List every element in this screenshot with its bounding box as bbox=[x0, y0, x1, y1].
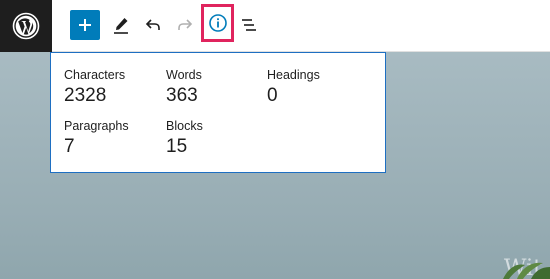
stat-label: Blocks bbox=[166, 119, 203, 133]
editor-page: Wit Characters 2328 Words 363 Headings 0… bbox=[0, 0, 550, 279]
tools-button[interactable] bbox=[108, 12, 134, 38]
stat-label: Words bbox=[166, 68, 202, 82]
list-view-icon bbox=[242, 19, 256, 31]
stat-value: 15 bbox=[166, 136, 188, 157]
redo-icon bbox=[178, 19, 193, 30]
plant-decoration-icon bbox=[503, 262, 550, 279]
wordpress-icon bbox=[12, 12, 40, 40]
paragraphs-stat: Paragraphs 7 bbox=[64, 118, 129, 159]
stat-value: 2328 bbox=[64, 85, 107, 106]
list-view-button[interactable] bbox=[236, 12, 262, 38]
editor-top-toolbar bbox=[0, 0, 550, 52]
document-details-popover: Characters 2328 Words 363 Headings 0 Par… bbox=[50, 52, 386, 173]
wordpress-logo-button[interactable] bbox=[0, 0, 52, 52]
stat-value: 0 bbox=[267, 85, 278, 106]
words-stat: Words 363 bbox=[166, 67, 202, 108]
stat-label: Characters bbox=[64, 68, 126, 82]
stat-value: 363 bbox=[166, 85, 198, 106]
details-info-button[interactable] bbox=[201, 4, 234, 42]
blocks-stat: Blocks 15 bbox=[166, 118, 203, 159]
stat-value: 7 bbox=[64, 136, 75, 157]
pencil-icon bbox=[114, 18, 128, 34]
info-icon bbox=[208, 14, 227, 32]
redo-button[interactable] bbox=[172, 12, 198, 38]
headings-stat: Headings 0 bbox=[267, 67, 320, 108]
plus-icon bbox=[79, 19, 91, 31]
undo-button[interactable] bbox=[140, 12, 166, 38]
stat-label: Headings bbox=[267, 68, 320, 82]
undo-icon bbox=[145, 19, 160, 30]
characters-stat: Characters 2328 bbox=[64, 67, 125, 108]
add-block-button[interactable] bbox=[70, 10, 100, 40]
stat-label: Paragraphs bbox=[64, 119, 129, 133]
